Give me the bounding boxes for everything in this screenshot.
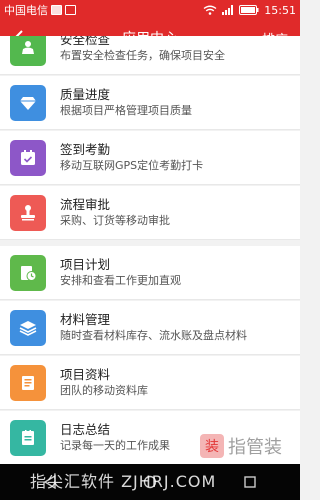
nav-back-button[interactable]: [35, 471, 65, 493]
signal-icon: [222, 5, 234, 15]
app-item-desc: 随时查看材料库存、流水账及盘点材料: [60, 328, 247, 342]
diamond-icon: [10, 84, 46, 121]
sort-button[interactable]: 排序: [262, 29, 300, 48]
app-item-title: 安全检查: [60, 36, 111, 47]
clock-time: 15:51: [264, 3, 296, 17]
notification-icon: [51, 5, 62, 15]
app-item-materials[interactable]: 材料管理 随时查看材料库存、流水账及盘点材料: [0, 301, 300, 355]
layers-icon: [10, 309, 46, 346]
app-item-approval[interactable]: 流程审批 采购、订货等移动审批: [0, 186, 300, 240]
app-item-desc: 移动互联网GPS定位考勤打卡: [60, 158, 204, 172]
carrier-label: 中国电信: [4, 4, 48, 17]
app-item-title: 项目资料: [60, 366, 111, 382]
square-recents-icon: [244, 476, 256, 488]
circle-home-icon: [143, 475, 157, 489]
triangle-back-icon: [43, 475, 56, 489]
system-nav-bar: [0, 464, 300, 500]
battery-icon: [239, 5, 259, 15]
app-item-quality-progress[interactable]: 质量进度 根据项目严格管理项目质量: [0, 76, 300, 130]
app-item-title: 材料管理: [60, 311, 111, 327]
app-item-desc: 布置安全检查任务，确保项目安全: [60, 48, 225, 62]
app-item-project-docs[interactable]: 项目资料 团队的移动资料库: [0, 356, 300, 410]
app-item-project-plan[interactable]: 项目计划 安排和查看工作更加直观: [0, 246, 300, 300]
app-item-title: 日志总结: [60, 421, 111, 437]
safety-icon: [10, 36, 46, 66]
app-item-desc: 根据项目严格管理项目质量: [60, 103, 192, 117]
app-item-desc: 采购、订货等移动审批: [60, 213, 170, 227]
app-list: 安全检查 布置安全检查任务，确保项目安全 质量进度 根据项目严格管理项目质量 签…: [0, 36, 300, 464]
app-item-title: 项目计划: [60, 256, 111, 272]
app-item-desc: 记录每一天的工作成果: [60, 438, 170, 452]
app-item-attendance[interactable]: 签到考勤 移动互联网GPS定位考勤打卡: [0, 131, 300, 185]
status-bar: 中国电信 15:51: [0, 0, 300, 20]
calendar-check-icon: [10, 139, 46, 176]
notebook-icon: [10, 419, 46, 456]
document-icon: [10, 364, 46, 401]
app-item-work-log[interactable]: 日志总结 记录每一天的工作成果: [0, 411, 300, 464]
wifi-icon: [203, 5, 217, 15]
nav-recents-button[interactable]: [235, 471, 265, 493]
app-item-title: 质量进度: [60, 86, 111, 102]
stamp-icon: [10, 194, 46, 231]
nav-home-button[interactable]: [135, 471, 165, 493]
app-item-desc: 安排和查看工作更加直观: [60, 273, 181, 287]
app-item-desc: 团队的移动资料库: [60, 383, 148, 397]
app-item-title: 签到考勤: [60, 141, 111, 157]
app-item-title: 流程审批: [60, 196, 111, 212]
image-icon: [65, 5, 76, 15]
clock-doc-icon: [10, 254, 46, 291]
app-item-safety-check[interactable]: 安全检查 布置安全检查任务，确保项目安全: [0, 36, 300, 75]
